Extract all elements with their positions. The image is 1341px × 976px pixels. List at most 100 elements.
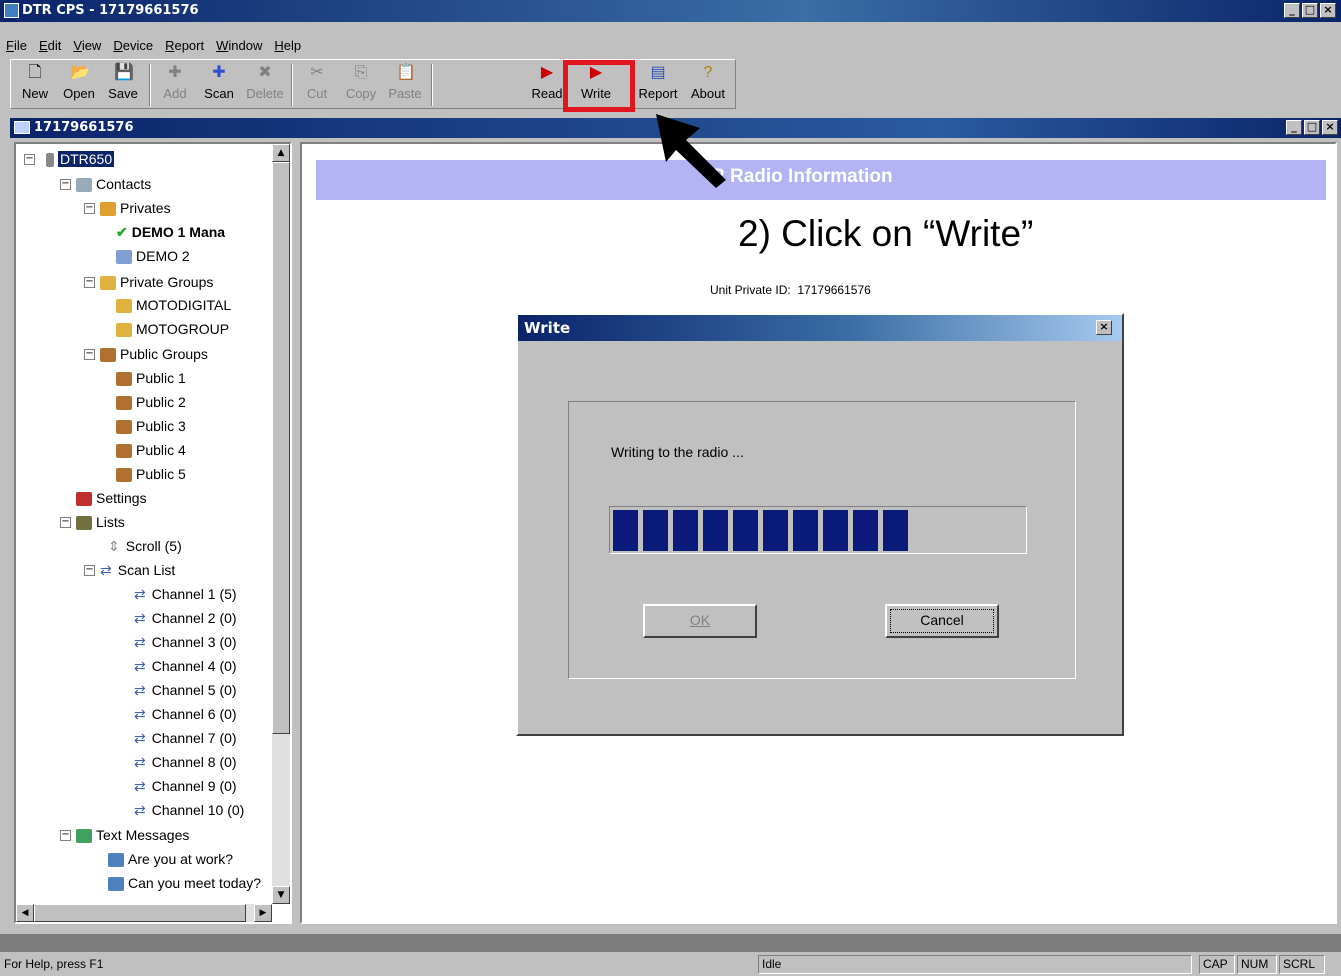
scan-button[interactable]: ✚ Scan — [197, 62, 241, 108]
status-separator — [0, 934, 1341, 952]
cancel-button[interactable]: Cancel — [885, 604, 999, 638]
scan-icon: ⇄ — [134, 778, 146, 794]
menu-window[interactable]: Window — [210, 36, 268, 55]
tree-item-channel[interactable]: ⇄ Channel 10 (0) — [134, 801, 244, 819]
tree-item-demo1[interactable]: ✔ DEMO 1 Mana — [116, 223, 225, 241]
scan-icon: ⇄ — [134, 730, 146, 746]
tree-item-channel[interactable]: ⇄ Channel 1 (5) — [134, 585, 237, 603]
menu-edit[interactable]: Edit — [33, 36, 67, 55]
scroll-thumb[interactable] — [34, 904, 246, 922]
collapse-toggle[interactable]: − — [60, 179, 71, 190]
tree-item-scan-list[interactable]: ⇄ Scan List — [100, 561, 175, 579]
new-file-icon: 🗋 — [28, 64, 42, 81]
about-button[interactable]: ? About — [685, 62, 731, 108]
tree-item-channel[interactable]: ⇄ Channel 5 (0) — [134, 681, 237, 699]
dialog-close-button[interactable]: × — [1096, 320, 1112, 335]
public-group-icon — [116, 420, 132, 435]
read-radio-icon: ▶ — [540, 64, 554, 81]
plus-icon: ✚ — [168, 64, 182, 81]
document-icon — [14, 121, 30, 134]
open-button[interactable]: 📂 Open — [57, 62, 101, 108]
tree-item-public-4[interactable]: Public 4 — [116, 441, 186, 459]
tree-item-scroll[interactable]: ⇕ Scroll (5) — [108, 537, 182, 555]
maximize-button[interactable]: □ — [1302, 3, 1318, 18]
tree-item-root[interactable]: DTR650 — [46, 150, 115, 168]
collapse-toggle[interactable]: − — [84, 277, 95, 288]
scroll-thumb[interactable] — [272, 162, 290, 734]
menu-report[interactable]: Report — [159, 36, 210, 55]
menu-help[interactable]: Help — [268, 36, 307, 55]
scan-icon: ⇄ — [134, 634, 146, 650]
tree-item-channel[interactable]: ⇄ Channel 7 (0) — [134, 729, 237, 747]
cut-button[interactable]: ✂ Cut — [295, 62, 339, 108]
write-highlight-box — [563, 60, 635, 112]
scroll-right-button[interactable]: ▶ — [254, 904, 272, 922]
collapse-toggle[interactable]: − — [60, 830, 71, 841]
tree-item-lists[interactable]: Lists — [76, 513, 125, 531]
tree-item-message[interactable]: Are you at work? — [108, 850, 233, 868]
arrow-shape — [656, 114, 726, 188]
tree-item-motogroup[interactable]: MOTOGROUP — [116, 320, 229, 338]
close-button[interactable]: × — [1320, 3, 1336, 18]
dialog-title-bar: Write × — [518, 315, 1122, 341]
new-button[interactable]: 🗋 New — [13, 62, 57, 108]
group-icon — [100, 276, 116, 291]
copy-button[interactable]: ⎘ Copy — [339, 62, 383, 108]
menu-file[interactable]: File — [0, 36, 33, 55]
tree-item-public-5[interactable]: Public 5 — [116, 465, 186, 483]
collapse-toggle[interactable]: − — [24, 154, 35, 165]
report-icon: ▤ — [650, 64, 666, 81]
tree-item-public-groups[interactable]: Public Groups — [100, 345, 208, 363]
user-add-icon — [100, 202, 116, 217]
collapse-toggle[interactable]: − — [84, 565, 95, 576]
collapse-toggle[interactable]: − — [60, 517, 71, 528]
scan-icon: ⇄ — [134, 610, 146, 626]
tree-item-channel[interactable]: ⇄ Channel 9 (0) — [134, 777, 237, 795]
public-group-icon — [116, 372, 132, 387]
doc-minimize-button[interactable]: _ — [1286, 120, 1302, 135]
document-title: 17179661576 — [34, 120, 134, 135]
scroll-up-button[interactable]: ▲ — [272, 144, 290, 162]
public-group-icon — [116, 444, 132, 459]
scroll-left-button[interactable]: ◀ — [16, 904, 34, 922]
menu-device[interactable]: Device — [107, 36, 159, 55]
paste-button[interactable]: 📋 Paste — [383, 62, 427, 108]
tree-item-channel[interactable]: ⇄ Channel 8 (0) — [134, 753, 237, 771]
tree-item-channel[interactable]: ⇄ Channel 4 (0) — [134, 657, 237, 675]
user-icon — [116, 250, 132, 265]
tree-item-channel[interactable]: ⇄ Channel 6 (0) — [134, 705, 237, 723]
tree-item-public-3[interactable]: Public 3 — [116, 417, 186, 435]
tree-item-privates[interactable]: Privates — [100, 199, 171, 217]
list-icon — [76, 516, 92, 531]
tree-item-public-1[interactable]: Public 1 — [116, 369, 186, 387]
scroll-down-button[interactable]: ▼ — [272, 886, 290, 904]
paste-icon: 📋 — [396, 64, 416, 81]
menu-view[interactable]: View — [67, 36, 107, 55]
tree-item-private-groups[interactable]: Private Groups — [100, 273, 213, 291]
tree-item-contacts[interactable]: Contacts — [76, 175, 151, 193]
tree-item-channel[interactable]: ⇄ Channel 3 (0) — [134, 633, 237, 651]
add-button[interactable]: ✚ Add — [153, 62, 197, 108]
tree-item-message[interactable]: Can you meet today? — [108, 874, 261, 892]
public-group-icon — [116, 396, 132, 411]
ok-button[interactable]: OK — [643, 604, 757, 638]
tree-item-demo2[interactable]: DEMO 2 — [116, 247, 190, 265]
tree-item-settings[interactable]: Settings — [76, 489, 147, 507]
tree-item-channel[interactable]: ⇄ Channel 2 (0) — [134, 609, 237, 627]
radio-icon — [46, 153, 54, 168]
status-bar: For Help, press F1 Idle CAP NUM SCRL — [0, 953, 1341, 976]
tree-item-motodigital[interactable]: MOTODIGITAL — [116, 296, 231, 314]
tree-vertical-scrollbar[interactable]: ▲ ▼ — [272, 144, 290, 904]
save-button[interactable]: 💾 Save — [101, 62, 145, 108]
doc-maximize-button[interactable]: □ — [1304, 120, 1320, 135]
minimize-button[interactable]: _ — [1284, 3, 1300, 18]
app-title: DTR CPS - 17179661576 — [22, 3, 199, 18]
report-button[interactable]: ▤ Report — [633, 62, 683, 108]
doc-close-button[interactable]: × — [1322, 120, 1338, 135]
collapse-toggle[interactable]: − — [84, 203, 95, 214]
delete-button[interactable]: ✖ Delete — [243, 62, 287, 108]
tree-item-text-messages[interactable]: Text Messages — [76, 826, 189, 844]
tree-item-public-2[interactable]: Public 2 — [116, 393, 186, 411]
collapse-toggle[interactable]: − — [84, 349, 95, 360]
tree-horizontal-scrollbar[interactable]: ◀ ▶ — [16, 904, 272, 922]
